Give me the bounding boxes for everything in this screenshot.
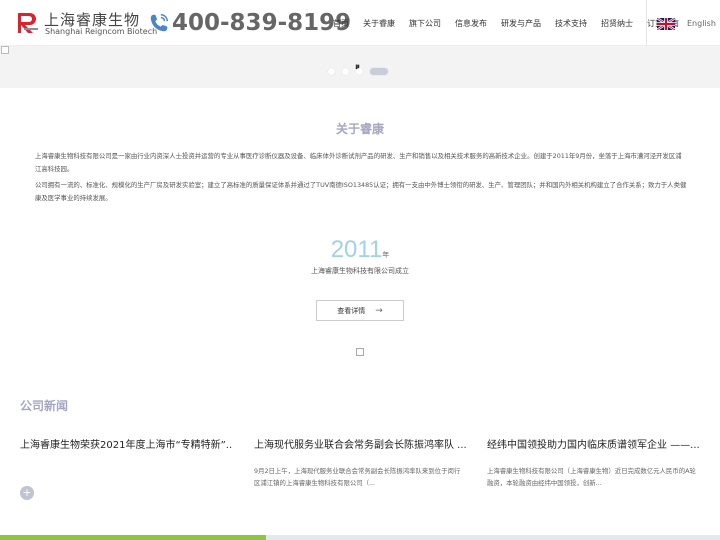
company-logo[interactable]: 上海睿康生物 Shanghai Reigncom Biotech [16,9,157,39]
arrow-right-icon: → [375,305,383,316]
slider-dot[interactable] [342,68,349,75]
about-title: 关于睿康 [335,122,384,136]
news-item-summary: 上海睿康生物科技有限公司（上海睿康生物）近日完成数亿元人民币的A轮融资，本轮融资… [487,467,696,487]
founding-description: 上海睿康生物科技有限公司成立 [311,267,409,275]
progress-bar-fill [0,535,267,540]
nav-divider [646,0,647,46]
news-item[interactable]: 经纬中国领投助力国内临床质谱领军企业 ——... 上海睿康生物科技有限公司（上海… [487,436,699,489]
logo-english-name: Shanghai Reigncom Biotech [45,27,158,36]
news-item[interactable]: 上海现代服务业联合会常务副会长陈振鸿率队 ... 9月2日上午，上海现代服务业联… [254,436,466,489]
about-paragraph: 上海睿康生物科技有限公司是一家由行业内资深人士投资并运营的专业从事医疗诊断仪器及… [35,152,682,173]
year-number: 2011 [330,236,383,263]
about-paragraph: 公司拥有一流的、标准化、规模化的生产厂房及研发实验室；建立了高标准的质量保证体系… [35,181,687,202]
phone-icon [150,14,168,32]
view-details-label: 查看详情 [337,306,366,315]
news-item-title[interactable]: 经纬中国领投助力国内临床质谱领军企业 ——... [487,436,699,451]
slider-dot[interactable] [370,68,388,75]
nav-item-6[interactable]: 技术支持 [555,18,587,29]
slider-dots [328,68,395,75]
slider-dot[interactable] [356,68,363,75]
nav-item-3[interactable]: 旗下公司 [409,18,441,29]
news-section-title: 公司新闻 [20,399,69,413]
nav-item-5[interactable]: 研发与产品 [501,18,541,29]
nav-item-2[interactable]: 关于睿康 [363,18,395,29]
uk-flag-icon[interactable] [657,18,675,30]
r-logo-icon [18,13,38,33]
hotline-number[interactable]: 400-839-8199 [172,10,351,36]
more-news-plus-icon[interactable]: + [20,486,34,500]
about-description: 上海睿康生物科技有限公司是一家由行业内资深人士投资并运营的专业从事医疗诊断仪器及… [35,150,687,208]
news-item[interactable]: 上海睿康生物荣获2021年度上海市“专精特新”... [20,436,232,465]
main-nav: 首页关于睿康旗下公司信息发布研发与产品技术支持招贤纳士订货指南 [333,0,693,46]
news-item-title[interactable]: 上海睿康生物荣获2021年度上海市“专精特新”... [20,436,232,451]
site-header: 上海睿康生物 Shanghai Reigncom Biotech 400-839… [0,0,720,46]
nav-item-4[interactable]: 信息发布 [455,18,487,29]
news-item-summary: 9月2日上午，上海现代服务业联合会常务副会长陈振鸿率队来到位于闵行区浦江镇的上海… [254,467,461,487]
founding-year: 2011年 [0,236,720,264]
year-unit: 年 [382,251,390,259]
broken-image-icon [356,348,364,356]
nav-item-7[interactable]: 招贤纳士 [601,18,633,29]
news-item-title[interactable]: 上海现代服务业联合会常务副会长陈振鸿率队 ... [254,436,466,451]
hotline: 400-839-8199 [148,8,351,38]
broken-image-icon [1,46,9,54]
slider-dot[interactable] [328,68,335,75]
nav-item-1[interactable]: 首页 [333,18,349,29]
view-details-button[interactable]: 查看详情 → [316,300,404,321]
language-switch[interactable]: English [687,19,716,28]
hero-banner: ⏸ [0,46,720,88]
progress-bar [0,535,720,540]
